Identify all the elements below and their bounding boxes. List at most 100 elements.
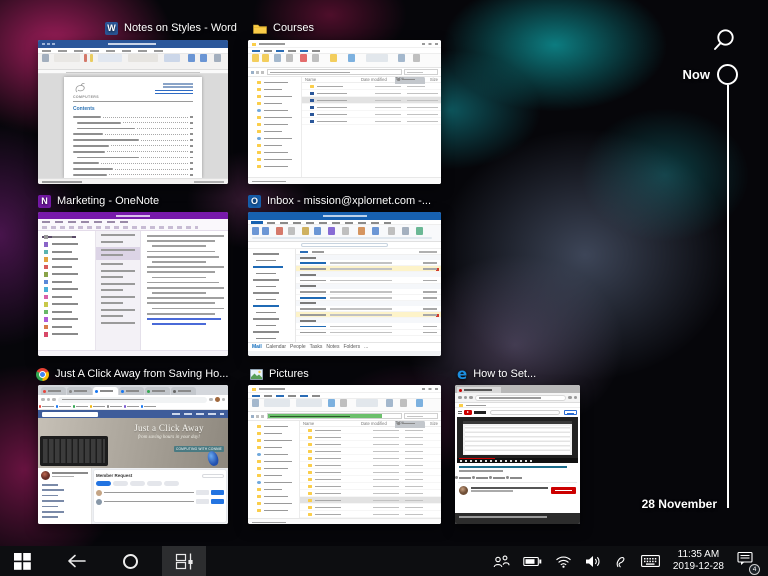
- timeline-now-marker[interactable]: [717, 64, 738, 85]
- window-thumbnail-edge[interactable]: [455, 385, 580, 524]
- word-status-bar: [38, 178, 228, 184]
- explorer-titlebar: [248, 40, 441, 48]
- wifi-tray-icon[interactable]: [555, 555, 572, 568]
- onenote-status-bar: [38, 350, 228, 356]
- youtube-header: [455, 408, 580, 417]
- window-thumbnail-pictures[interactable]: Name Date modified Type Size: [248, 385, 441, 524]
- outlook-folder-pane: [248, 249, 296, 342]
- outlook-search-bar: [248, 242, 441, 249]
- explorer-status-bar: [248, 518, 441, 524]
- card-title-edge: How to Set...: [473, 368, 537, 380]
- youtube-video-player: [457, 417, 578, 463]
- touch-keyboard-icon[interactable]: [640, 555, 660, 567]
- card-title-word: Notes on Styles - Word: [124, 22, 237, 34]
- word-ribbon: [38, 54, 228, 70]
- chrome-icon: [36, 367, 49, 381]
- cover-mouse-image: [205, 449, 221, 468]
- explorer-address-bar: [248, 68, 441, 77]
- timeline-now-label: Now: [682, 67, 710, 82]
- folder-row: [300, 469, 441, 476]
- explorer-ribbon: [248, 54, 441, 68]
- search-icon[interactable]: [711, 27, 737, 53]
- member-row: [96, 497, 224, 506]
- start-button[interactable]: [0, 546, 44, 576]
- window-thumbnail-courses[interactable]: Name Date modified Type Size: [248, 40, 441, 184]
- timeline-scrollbar[interactable]: [726, 85, 729, 508]
- cover-keyboard-image: [40, 436, 108, 466]
- facebook-profile-photo: [41, 471, 50, 480]
- battery-tray-icon[interactable]: [523, 556, 542, 567]
- outlook-titlebar: [248, 212, 441, 220]
- card-label-edge: e How to Set...: [457, 364, 537, 383]
- explorer-file-list: Name Date modified Type Size: [302, 77, 441, 177]
- onenote-page-selected: [96, 247, 140, 260]
- action-center-button[interactable]: 4: [737, 551, 760, 575]
- chrome-address-bar: [57, 396, 207, 403]
- word-document-area: COMPUTERS Contents: [38, 74, 228, 178]
- onenote-icon: N: [38, 194, 51, 208]
- youtube-page: [455, 408, 580, 524]
- chrome-tab-strip: [38, 385, 228, 395]
- file-row: [302, 104, 441, 111]
- windows-ink-pen-icon[interactable]: [614, 554, 628, 568]
- card-title-outlook: Inbox - mission@xplornet.com -...: [267, 195, 431, 207]
- timeline-date-label: 28 November: [641, 497, 717, 511]
- edge-toolbar: [455, 393, 580, 403]
- folder-row: [300, 455, 441, 462]
- back-button[interactable]: [54, 546, 98, 576]
- word-icon: W: [105, 21, 118, 35]
- address-progress-bar: [267, 413, 402, 419]
- card-label-onenote: N Marketing - OneNote: [38, 194, 159, 208]
- window-thumbnail-onenote[interactable]: [38, 212, 228, 356]
- cortana-circle-icon: [122, 553, 138, 569]
- file-row: [302, 111, 441, 118]
- explorer-titlebar: [248, 385, 441, 393]
- card-title-onenote: Marketing - OneNote: [57, 195, 160, 207]
- clock-time: 11:35 AM: [677, 549, 720, 560]
- chrome-toolbar: [38, 395, 228, 404]
- explorer-nav-pane: [248, 421, 300, 518]
- cortana-button[interactable]: [108, 546, 152, 576]
- filter-chips: [96, 481, 224, 486]
- task-view-button[interactable]: [162, 546, 206, 576]
- channel-row: [459, 485, 576, 495]
- facebook-member-request-card: Member Request: [94, 470, 226, 522]
- member-request-header: Member Request: [96, 473, 133, 478]
- onenote-ribbon: [38, 219, 228, 231]
- taskbar-clock[interactable]: 11:35 AM 2019-12-28: [673, 549, 724, 573]
- volume-tray-icon[interactable]: [585, 555, 601, 568]
- edge-icon: e: [457, 364, 468, 383]
- explorer-address-bar: [248, 412, 441, 421]
- member-row: [96, 488, 224, 497]
- explorer-status-bar: [248, 177, 441, 184]
- file-row-selected: [302, 97, 441, 104]
- channel-avatar: [459, 485, 468, 495]
- facebook-header-bar: [38, 410, 228, 418]
- window-thumbnail-word[interactable]: COMPUTERS Contents: [38, 40, 228, 184]
- window-thumbnail-chrome[interactable]: Just a Click Away from saving hours in y…: [38, 385, 228, 524]
- back-arrow-icon: [68, 554, 86, 568]
- outlook-message-list: [296, 249, 441, 342]
- word-doc-logo: COMPUTERS: [73, 82, 113, 100]
- facebook-cover-photo: Just a Click Away from saving hours in y…: [38, 418, 228, 468]
- word-page: COMPUTERS Contents: [64, 77, 202, 178]
- window-thumbnail-outlook[interactable]: Mail Calendar People Tasks Notes Folders…: [248, 212, 441, 356]
- youtube-search-box: [490, 410, 560, 415]
- outlook-nav-bar: Mail Calendar People Tasks Notes Folders…: [248, 342, 441, 351]
- onenote-page-content: [141, 231, 228, 350]
- outlook-ribbon: [248, 225, 441, 242]
- subscribe-button: [551, 486, 576, 494]
- cover-badge: COMPUTING WITH CONNIE: [174, 446, 224, 452]
- people-tray-icon[interactable]: [493, 555, 510, 568]
- member-request-search: [202, 473, 224, 478]
- windows-logo-icon: [13, 552, 31, 570]
- facebook-left-sidebar: [38, 468, 92, 524]
- folder-row: [300, 448, 441, 455]
- folder-row: [300, 483, 441, 490]
- folder-row-selected: [300, 497, 441, 504]
- file-row: [302, 83, 441, 90]
- youtube-signin-button: [564, 410, 577, 415]
- onenote-page-list: [96, 231, 141, 350]
- explorer-ribbon: [248, 399, 441, 412]
- card-title-pictures: Pictures: [269, 368, 309, 380]
